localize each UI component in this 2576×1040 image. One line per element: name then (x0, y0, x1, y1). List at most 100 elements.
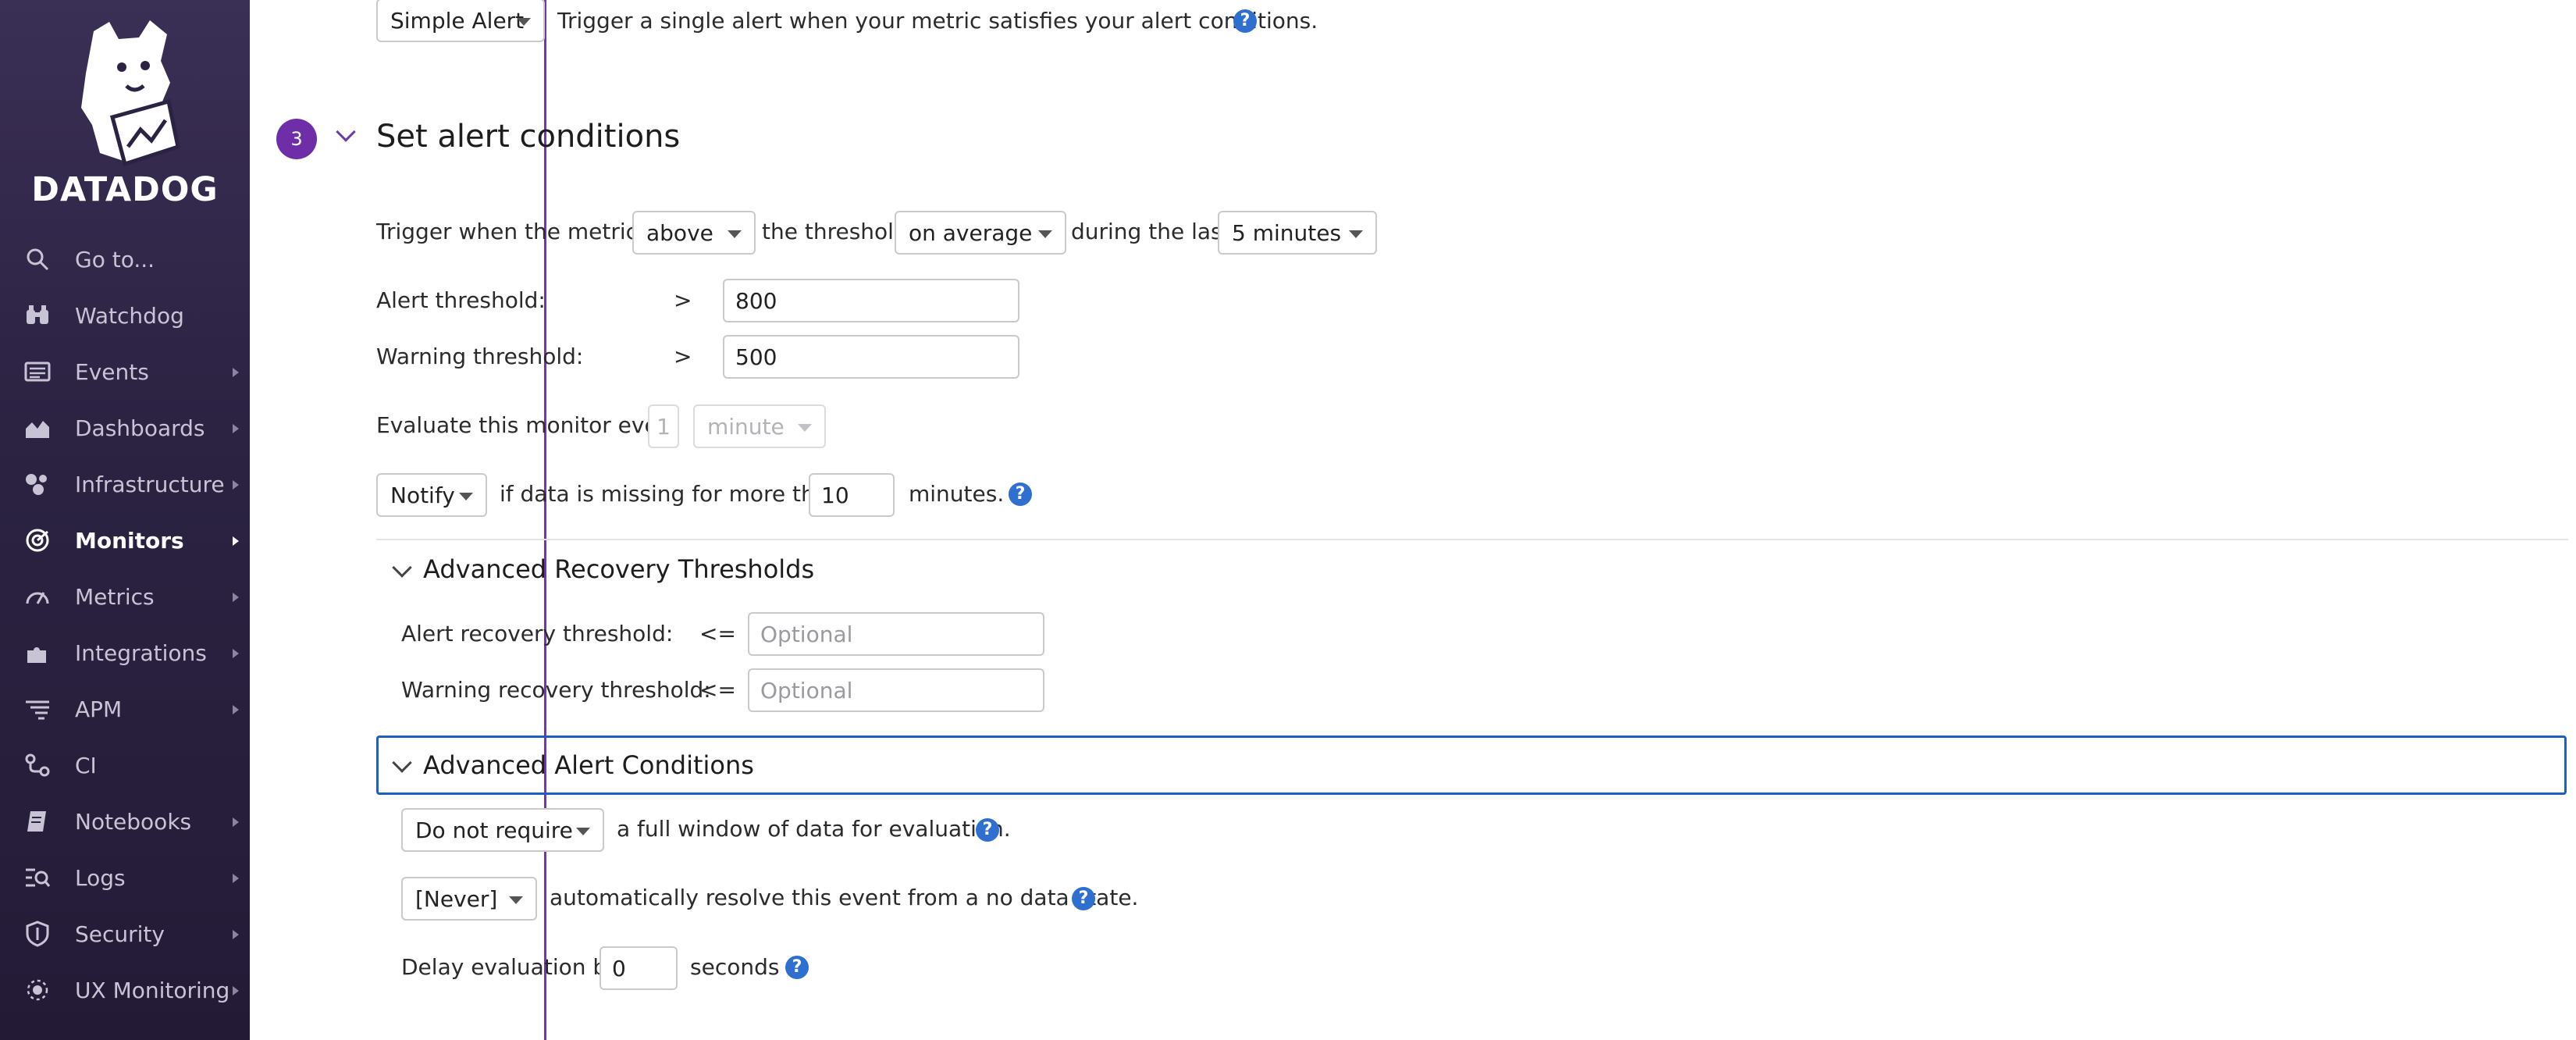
main-content: Simple Alert Trigger a single alert when… (250, 0, 2576, 1040)
warning-threshold-input[interactable] (723, 335, 1019, 379)
apm-lines-icon (23, 695, 52, 723)
delay-evaluation-input[interactable] (600, 946, 678, 990)
evaluate-number-input[interactable] (648, 404, 679, 448)
datadog-dog-icon (81, 20, 180, 167)
events-list-icon (23, 358, 52, 386)
trigger-during-text: during the last (1071, 219, 1231, 244)
alert-recovery-input[interactable] (748, 612, 1044, 656)
comparator-select[interactable]: above (632, 211, 756, 255)
warning-recovery-operator: <= (699, 677, 736, 703)
sidebar-item-label: Monitors (75, 527, 184, 554)
sidebar-item-label: APM (75, 696, 123, 722)
warning-recovery-label: Warning recovery threshold: (401, 677, 711, 703)
warning-recovery-input[interactable] (748, 668, 1044, 712)
datadog-logo[interactable]: DATADOG (0, 11, 250, 209)
shield-icon (23, 920, 52, 948)
chevron-down-icon[interactable] (392, 557, 412, 578)
aggregation-select[interactable]: on average (895, 211, 1066, 255)
sidebar-item-apm[interactable]: APM (0, 681, 250, 737)
sidebar-item-label: UX Monitoring (75, 977, 230, 1003)
search-icon (23, 245, 52, 273)
recovery-thresholds-title[interactable]: Advanced Recovery Thresholds (423, 554, 814, 584)
caret-down-icon (1038, 230, 1052, 238)
gauge-icon (23, 582, 52, 611)
alert-type-select[interactable]: Simple Alert (376, 0, 545, 42)
time-window-select[interactable]: 5 minutes (1218, 211, 1377, 255)
puzzle-icon (23, 639, 52, 667)
chevron-right-icon (233, 649, 239, 658)
sidebar-item-monitors[interactable]: Monitors (0, 512, 250, 568)
full-window-value: Do not require (415, 817, 573, 843)
step-number-badge: 3 (276, 119, 317, 159)
ux-icon (23, 976, 52, 1004)
auto-resolve-text: automatically resolve this event from a … (550, 885, 1139, 910)
sidebar-item-label: Notebooks (75, 808, 192, 835)
sidebar-item-dashboards[interactable]: Dashboards (0, 400, 250, 456)
trigger-middle-text: the threshold (762, 219, 908, 244)
help-icon[interactable]: ? (1009, 483, 1032, 506)
evaluate-label: Evaluate this monitor every (376, 412, 680, 438)
sidebar-item-logs[interactable]: Logs (0, 849, 250, 906)
warning-threshold-label: Warning threshold: (376, 344, 584, 369)
sidebar-item-ci[interactable]: CI (0, 737, 250, 793)
caret-down-icon (509, 896, 523, 904)
missing-data-action-select[interactable]: Notify (376, 473, 487, 517)
sidebar-item-integrations[interactable]: Integrations (0, 625, 250, 681)
chevron-right-icon (233, 480, 239, 490)
chevron-right-icon (233, 593, 239, 602)
auto-resolve-select[interactable]: [Never] (401, 877, 537, 921)
help-icon[interactable]: ? (1233, 9, 1257, 33)
alert-type-description: Trigger a single alert when your metric … (557, 8, 1318, 34)
section-title: Set alert conditions (376, 119, 681, 155)
alert-threshold-operator: > (674, 287, 692, 313)
evaluate-unit-select[interactable]: minute (693, 404, 826, 448)
full-window-select[interactable]: Do not require (401, 808, 604, 852)
chevron-right-icon (233, 930, 239, 939)
brand-name: DATADOG (31, 170, 219, 209)
full-window-text: a full window of data for evaluation. (617, 816, 1011, 842)
caret-down-icon (798, 424, 812, 432)
missing-data-text: if data is missing for more than (500, 481, 842, 507)
step-timeline-line (544, 0, 546, 1040)
alert-threshold-input[interactable] (723, 279, 1019, 322)
hexagons-icon (23, 470, 52, 498)
sidebar-item-label: Dashboards (75, 415, 205, 441)
radar-icon (23, 526, 52, 554)
notebook-icon (23, 807, 52, 835)
sidebar-item-label: Logs (75, 864, 126, 891)
help-icon[interactable]: ? (1072, 887, 1095, 910)
time-window-value: 5 minutes (1232, 219, 1342, 246)
warning-threshold-operator: > (674, 344, 692, 369)
alert-recovery-label: Alert recovery threshold: (401, 621, 674, 646)
sidebar-item-watchdog[interactable]: Watchdog (0, 287, 250, 344)
sidebar-item-events[interactable]: Events (0, 344, 250, 400)
logs-icon (23, 864, 52, 892)
sidebar-item-notebooks[interactable]: Notebooks (0, 793, 250, 849)
sidebar-item-security[interactable]: Security (0, 906, 250, 962)
missing-data-minutes-input[interactable] (809, 473, 895, 517)
evaluate-unit-value: minute (707, 413, 785, 440)
sidebar-item-label: Security (75, 921, 165, 947)
help-icon[interactable]: ? (976, 818, 999, 842)
alert-type-value: Simple Alert (390, 7, 525, 34)
help-icon[interactable]: ? (785, 956, 809, 979)
pipeline-icon (23, 751, 52, 779)
sidebar-item-goto[interactable]: Go to... (0, 231, 250, 287)
caret-down-icon (728, 230, 742, 238)
sidebar-item-label: Go to... (75, 246, 155, 272)
alert-recovery-operator: <= (699, 621, 736, 646)
chevron-right-icon (233, 424, 239, 433)
area-chart-icon (23, 414, 52, 442)
sidebar-item-label: Watchdog (75, 302, 184, 329)
advanced-alert-conditions-title[interactable]: Advanced Alert Conditions (423, 750, 754, 780)
aggregation-value: on average (909, 219, 1033, 246)
caret-down-icon (576, 828, 590, 835)
caret-down-icon (517, 18, 531, 26)
chevron-down-icon[interactable] (336, 122, 356, 142)
sidebar-item-label: CI (75, 752, 97, 778)
sidebar-item-ux-monitoring[interactable]: UX Monitoring (0, 962, 250, 1018)
caret-down-icon (459, 493, 473, 500)
sidebar-item-infrastructure[interactable]: Infrastructure (0, 456, 250, 512)
sidebar-item-metrics[interactable]: Metrics (0, 568, 250, 625)
chevron-right-icon (233, 817, 239, 827)
